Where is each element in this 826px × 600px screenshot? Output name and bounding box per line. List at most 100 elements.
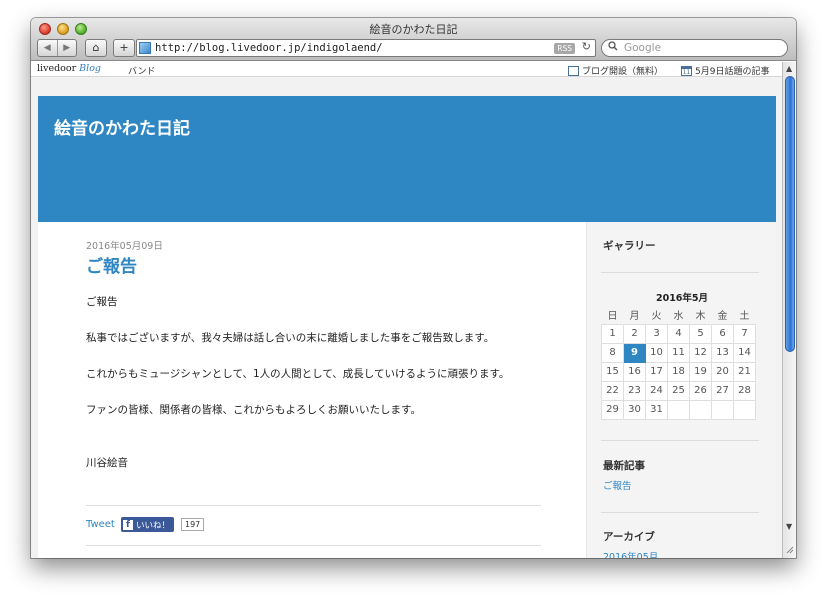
post-date: 2016年05月09日 bbox=[86, 241, 163, 252]
logo-blog-text: Blog bbox=[79, 63, 101, 74]
post-signature: 川谷絵音 bbox=[86, 457, 128, 469]
open-blog-link[interactable]: ブログ開設（無料） bbox=[568, 64, 663, 77]
calendar-day: 27 bbox=[711, 380, 734, 401]
calendar-day: 6 bbox=[711, 323, 734, 344]
browser-toolbar: 絵音のかわた日記 ◀ ▶ ⌂ + http://blog.livedoor.jp… bbox=[31, 18, 796, 61]
calendar-day: 1 bbox=[601, 323, 624, 344]
calendar-day: 10 bbox=[645, 342, 668, 363]
like-label: いいね！ bbox=[136, 520, 171, 531]
calendar-day: 14 bbox=[733, 342, 756, 363]
back-arrow-icon[interactable]: ◀ bbox=[38, 40, 57, 56]
calendar-day: 15 bbox=[601, 361, 624, 382]
calendar-title: 2016年5月 bbox=[655, 293, 709, 304]
rss-button[interactable]: RSS bbox=[554, 43, 575, 54]
calendar: 日 月 火 水 木 金 土 1 2 3 4 5 6 7 8 9 10 11 12… bbox=[601, 306, 756, 420]
calendar-day: 20 bbox=[711, 361, 734, 382]
forward-arrow-icon[interactable]: ▶ bbox=[56, 40, 77, 56]
scroll-down-icon[interactable]: ▼ bbox=[786, 522, 792, 531]
window-title: 絵音のかわた日記 bbox=[369, 23, 458, 36]
url-text[interactable]: http://blog.livedoor.jp/indigolaend/ bbox=[155, 42, 383, 54]
add-bookmark-button[interactable]: + bbox=[113, 39, 135, 57]
facebook-icon: f bbox=[123, 519, 133, 530]
post-paragraph: ご報告 bbox=[86, 296, 118, 308]
scroll-up-icon[interactable]: ▲ bbox=[786, 64, 792, 73]
main-content: 2016年05月09日 ご報告 ご報告 私事ではございますが、我々夫婦は話し合い… bbox=[38, 222, 776, 558]
divider bbox=[86, 505, 541, 506]
logo-text: livedoor bbox=[37, 63, 77, 74]
like-count: 197 bbox=[181, 518, 205, 531]
calendar-icon: 11 bbox=[681, 65, 692, 76]
browser-window: 絵音のかわた日記 ◀ ▶ ⌂ + http://blog.livedoor.jp… bbox=[31, 18, 796, 558]
calendar-day: 3 bbox=[645, 323, 668, 344]
post-title[interactable]: ご報告 bbox=[86, 252, 137, 277]
calendar-day: 25 bbox=[667, 380, 690, 401]
calendar-day-empty bbox=[733, 399, 756, 420]
site-favicon-icon bbox=[139, 42, 151, 54]
calendar-day: 29 bbox=[601, 399, 624, 420]
recent-posts-heading: 最新記事 bbox=[603, 460, 645, 472]
blog-title[interactable]: 絵音のかわた日記 bbox=[54, 114, 190, 139]
calendar-day: 28 bbox=[733, 380, 756, 401]
blog-header: 絵音のかわた日記 bbox=[38, 96, 776, 222]
calendar-day: 19 bbox=[689, 361, 712, 382]
weekday-label: 金 bbox=[717, 311, 728, 323]
divider bbox=[601, 512, 759, 513]
post-paragraph: ファンの皆様、関係者の皆様、これからもよろしくお願いいたします。 bbox=[86, 404, 421, 416]
calendar-day: 4 bbox=[667, 323, 690, 344]
calendar-day-today[interactable]: 9 bbox=[623, 342, 646, 363]
calendar-day: 23 bbox=[623, 380, 646, 401]
search-field[interactable]: Google bbox=[601, 39, 788, 57]
home-icon: ⌂ bbox=[92, 41, 100, 54]
calendar-day: 24 bbox=[645, 380, 668, 401]
sidebar: ギャラリー 2016年5月 日 月 火 水 木 金 土 1 2 3 4 5 6 … bbox=[586, 222, 776, 558]
back-forward-buttons: ◀ ▶ bbox=[37, 39, 77, 57]
address-bar[interactable]: http://blog.livedoor.jp/indigolaend/ RSS… bbox=[136, 39, 596, 57]
archive-heading: アーカイブ bbox=[603, 531, 655, 543]
post-paragraph: これからもミュージシャンとして、1人の人間として、成長していけるように頑張ります… bbox=[86, 368, 510, 380]
plus-icon: + bbox=[119, 41, 129, 54]
calendar-day: 2 bbox=[623, 323, 646, 344]
topic-articles-link[interactable]: 11 5月9日話題の記事 bbox=[681, 64, 769, 77]
reload-icon[interactable]: ↻ bbox=[582, 40, 591, 53]
post-paragraph: 私事ではございますが、我々夫婦は話し合いの末に離婚しました事をご報告致します。 bbox=[86, 332, 495, 344]
calendar-day: 30 bbox=[623, 399, 646, 420]
tweet-button[interactable]: Tweet bbox=[86, 519, 115, 530]
archive-link[interactable]: 2016年05月 bbox=[603, 549, 658, 558]
calendar-day: 12 bbox=[689, 342, 712, 363]
weekday-label: 水 bbox=[673, 311, 684, 323]
vertical-scrollbar[interactable]: ▲ ▼ bbox=[782, 62, 796, 558]
calendar-day: 17 bbox=[645, 361, 668, 382]
weekday-label: 土 bbox=[739, 311, 750, 323]
search-placeholder: Google bbox=[624, 42, 662, 54]
divider bbox=[86, 545, 541, 546]
calendar-day: 21 bbox=[733, 361, 756, 382]
band-link[interactable]: バンド bbox=[128, 64, 155, 77]
divider bbox=[601, 440, 759, 441]
calendar-day: 13 bbox=[711, 342, 734, 363]
calendar-day-empty bbox=[689, 399, 712, 420]
home-button[interactable]: ⌂ bbox=[85, 39, 107, 57]
divider bbox=[601, 272, 759, 273]
gallery-heading: ギャラリー bbox=[603, 240, 656, 252]
scroll-thumb[interactable] bbox=[785, 76, 795, 352]
calendar-day: 11 bbox=[667, 342, 690, 363]
calendar-day: 8 bbox=[601, 342, 624, 363]
edit-icon bbox=[568, 65, 579, 76]
web-page: livedoor Blog バンド ブログ開設（無料） 11 5月9日話題の記事… bbox=[31, 62, 782, 558]
calendar-day: 5 bbox=[689, 323, 712, 344]
calendar-day-empty bbox=[711, 399, 734, 420]
livedoor-topbar: livedoor Blog バンド ブログ開設（無料） 11 5月9日話題の記事 bbox=[31, 62, 782, 77]
weekday-label: 月 bbox=[629, 311, 640, 323]
topic-articles-label: 5月9日話題の記事 bbox=[695, 67, 770, 77]
facebook-like-button[interactable]: f いいね！ bbox=[121, 517, 175, 532]
weekday-label: 日 bbox=[607, 311, 618, 323]
calendar-day-empty bbox=[667, 399, 690, 420]
livedoor-blog-logo[interactable]: livedoor Blog bbox=[37, 63, 101, 74]
calendar-day: 16 bbox=[623, 361, 646, 382]
resize-grip-icon[interactable] bbox=[786, 546, 794, 556]
search-icon bbox=[608, 41, 618, 54]
weekday-label: 木 bbox=[695, 311, 706, 323]
recent-post-link[interactable]: ご報告 bbox=[603, 478, 632, 492]
calendar-day: 18 bbox=[667, 361, 690, 382]
calendar-day: 7 bbox=[733, 323, 756, 344]
